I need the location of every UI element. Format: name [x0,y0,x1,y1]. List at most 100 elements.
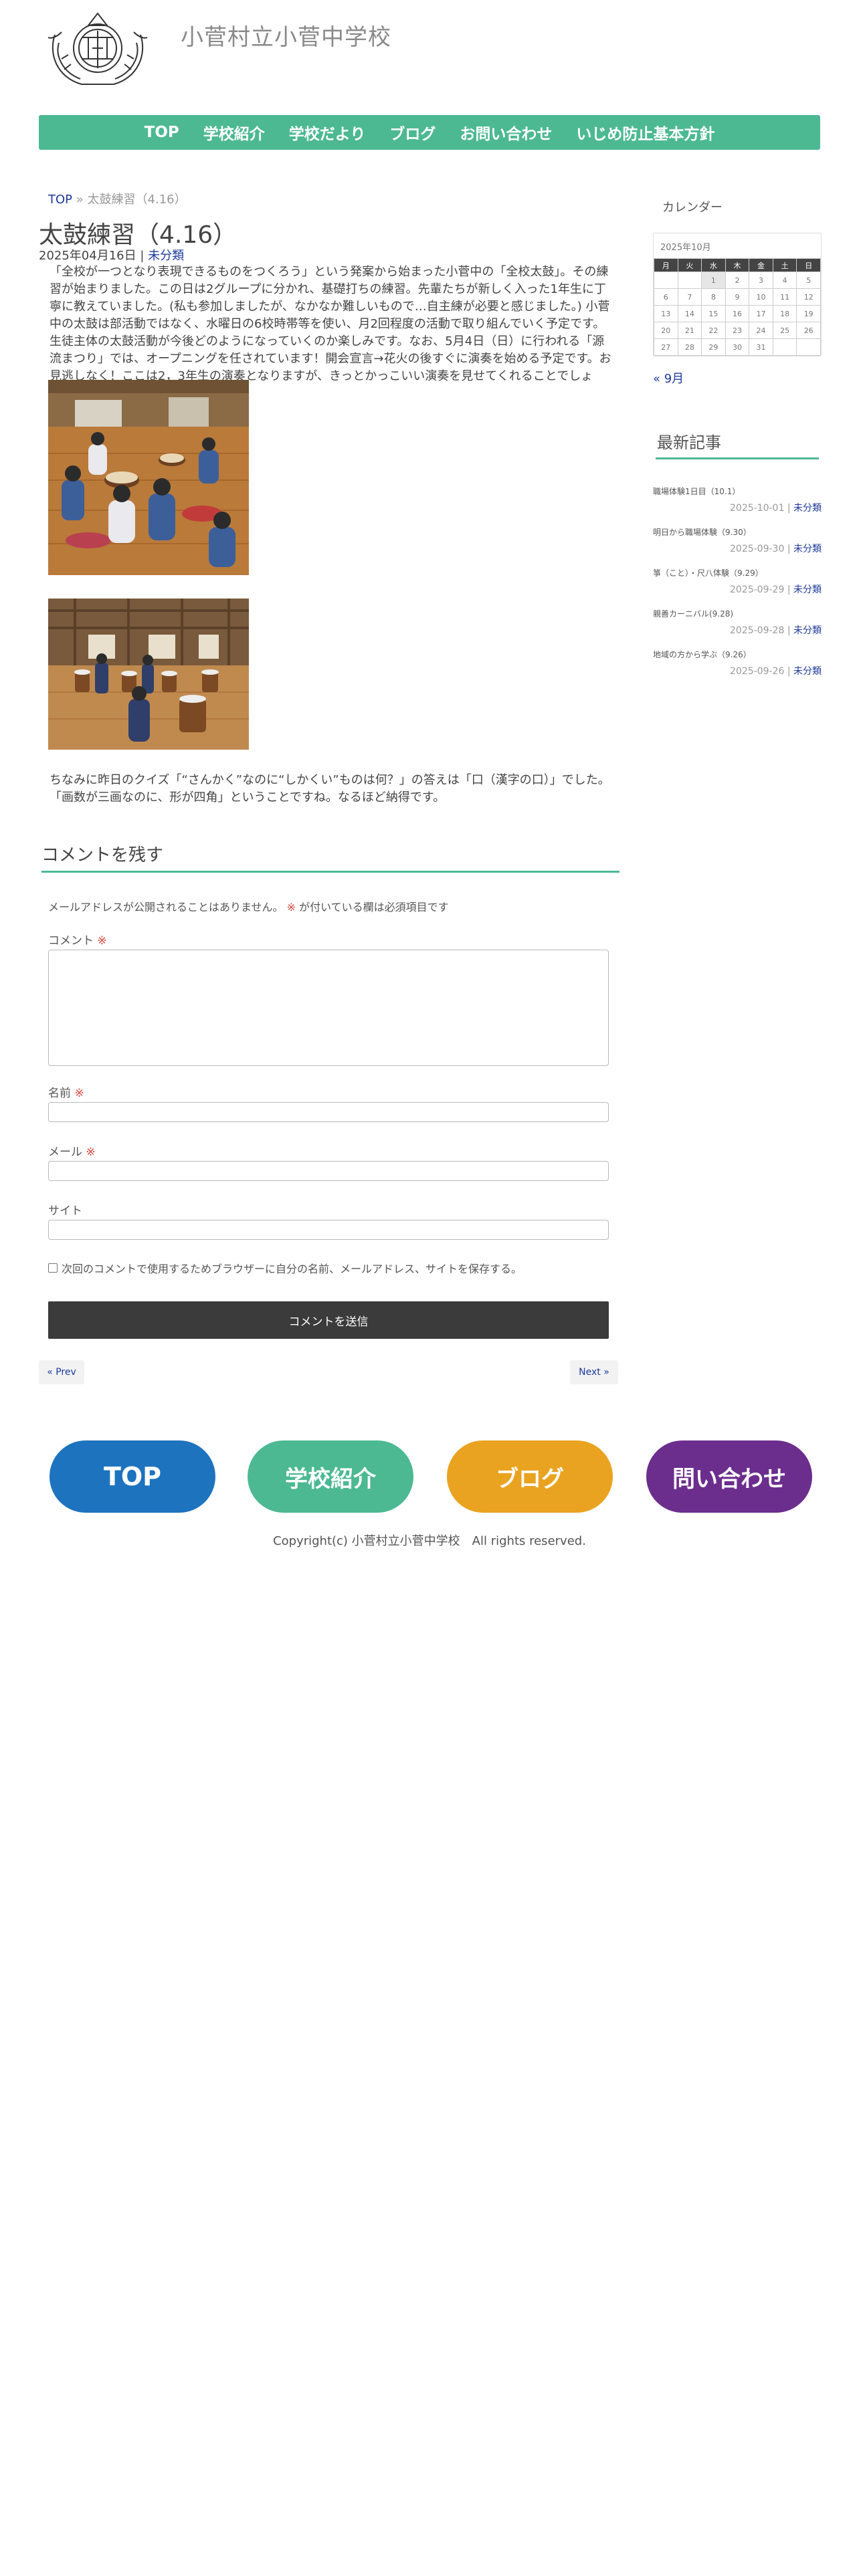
calendar-day: 7 [677,288,702,306]
calendar-day: 27 [654,338,678,356]
recent-posts-title: 最新記事 [657,433,721,452]
calendar-week-row: 20 21 22 23 24 25 26 [654,322,821,339]
calendar-day: 14 [677,305,702,322]
recent-post-meta: 2025-09-26 | 未分類 [730,666,822,677]
taiko-practice-photo-1 [48,380,249,575]
required-mark: ※ [97,934,107,948]
footer-school-intro-button[interactable]: 学校紹介 [248,1440,413,1513]
name-label: 名前 ※ [48,1083,84,1100]
nav-item-top[interactable]: TOP [145,124,179,141]
calendar-widget: 2025年10月 月火水木金土日 1 2 3 4 5 6 7 8 9 10 11 12 13 14 15 16… [653,233,822,356]
calendar-weekday: 土 [772,258,797,272]
calendar-weekday: 木 [725,258,750,272]
calendar-week-row: 6 7 8 9 10 11 12 [654,288,821,306]
post-meta: 2025年04月16日 | 未分類 [39,246,184,263]
recent-post-link[interactable]: 明日から職場体験（9.30） [653,528,751,537]
comment-textarea[interactable] [48,950,609,1066]
recent-post-link[interactable]: 職場体験1日目（10.1） [653,487,740,496]
breadcrumb: TOP » 太鼓練習（4.16） [48,190,187,207]
comment-heading: コメントを残す [41,845,164,865]
next-post-button[interactable]: Next » [570,1360,618,1384]
recent-post-link[interactable]: 親善カーニバル(9.28) [653,609,733,619]
nav-item-contact[interactable]: お問い合わせ [460,121,552,144]
email-notice: メールアドレスが公開されることはありません。 [48,901,284,914]
footer-top-button[interactable]: TOP [50,1440,215,1513]
save-cookie-label: 次回のコメントで使用するためブラウザーに自分の名前、メールアドレス、サイトを保存… [62,1263,522,1275]
website-label: サイト [48,1204,82,1218]
recent-post-meta: 2025-09-30 | 未分類 [730,544,822,554]
recent-post-link[interactable]: 箏（こと）・尺八体験（9.29） [653,568,763,578]
breadcrumb-separator: » [76,193,84,207]
post-date: 2025年04月16日 [39,249,136,263]
calendar-day: 31 [749,338,773,356]
calendar-day: 17 [749,305,773,322]
footer-contact-button[interactable]: 問い合わせ [646,1440,812,1513]
calendar-day: 30 [725,338,750,356]
recent-post-date: 2025-09-28 [730,625,785,636]
recent-post-category[interactable]: 未分類 [793,625,822,636]
calendar-day: 9 [725,288,750,306]
calendar-day: 26 [796,322,821,339]
recent-post-item: 地域の方から学ぶ（9.26） 2025-09-26 | 未分類 [653,647,822,677]
calendar-empty-cell [772,338,797,356]
submit-comment-button[interactable]: コメントを送信 [48,1301,609,1339]
prev-post-button[interactable]: « Prev [39,1360,84,1384]
save-cookie-row: 次回のコメントで使用するためブラウザーに自分の名前、メールアドレス、サイトを保存… [48,1260,522,1276]
calendar-day: 23 [725,322,750,339]
email-label-text: メール [48,1146,82,1159]
calendar-empty-cell [677,272,702,289]
breadcrumb-home-link[interactable]: TOP [48,193,72,207]
email-field[interactable] [48,1161,609,1181]
recent-post-category[interactable]: 未分類 [793,544,822,554]
footer-blog-button[interactable]: ブログ [447,1440,613,1513]
post-category-link[interactable]: 未分類 [148,249,184,263]
calendar-day: 16 [725,305,750,322]
recent-post-category[interactable]: 未分類 [793,503,822,514]
recent-post-item: 箏（こと）・尺八体験（9.29） 2025-09-29 | 未分類 [653,566,822,596]
post-title: 太鼓練習（4.16） [39,221,237,249]
recent-post-date: 2025-09-30 [730,544,785,554]
calendar-day: 22 [701,322,726,339]
copyright: Copyright(c) 小菅村立小菅中学校 All rights reserv… [273,1534,586,1548]
comment-notes: メールアドレスが公開されることはありません。 ※ が付いている欄は必須項目です [48,898,449,914]
calendar-empty-cell [796,338,821,356]
recent-post-link[interactable]: 地域の方から学ぶ（9.26） [653,650,751,659]
calendar-day: 19 [796,305,821,322]
taiko-practice-photo-2 [48,599,249,750]
breadcrumb-current: 太鼓練習（4.16） [87,193,187,207]
site-title[interactable]: 小菅村立小菅中学校 [181,19,391,51]
calendar-day: 29 [701,338,726,356]
nav-item-school-news[interactable]: 学校だより [289,121,366,144]
calendar-week-row: 12345 [654,272,821,289]
recent-post-meta: 2025-09-29 | 未分類 [730,584,822,595]
calendar-day: 10 [749,288,773,306]
calendar-prev-month-link[interactable]: « 9月 [653,369,684,387]
nav-item-school-intro[interactable]: 学校紹介 [203,121,265,144]
required-mark: ※ [86,1146,96,1159]
calendar-day: 11 [772,288,797,306]
meta-separator: | [140,249,145,263]
post-note: ちなみに昨日のクイズ「“さんかく”なのに“しかくい”ものは何？」の答えは「口（漢… [50,773,610,804]
calendar-week-row: 13 14 15 16 17 18 19 [654,305,821,322]
nav-item-blog[interactable]: ブログ [389,121,436,144]
recent-post-meta: 2025-10-01 | 未分類 [730,503,822,514]
recent-post-date: 2025-09-26 [730,666,785,677]
calendar-day: 24 [749,322,773,339]
calendar-day: 21 [677,322,702,339]
calendar-day: 28 [677,338,702,356]
recent-post-item: 明日から職場体験（9.30） 2025-09-30 | 未分類 [653,525,822,555]
website-field[interactable] [48,1220,609,1240]
recent-post-category[interactable]: 未分類 [793,584,822,595]
recent-post-item: 職場体験1日目（10.1） 2025-10-01 | 未分類 [653,484,822,514]
nav-item-bullying-policy[interactable]: いじめ防止基本方針 [576,121,714,144]
recent-post-category[interactable]: 未分類 [793,666,822,677]
school-emblem-icon[interactable] [41,8,154,99]
name-field[interactable] [48,1102,609,1122]
calendar-day: 13 [654,305,678,322]
calendar-title: カレンダー [662,201,723,215]
main-nav: TOP 学校紹介 学校だより ブログ お問い合わせ いじめ防止基本方針 [39,115,820,150]
calendar-weekday: 水 [701,258,726,272]
calendar-day: 8 [701,288,726,306]
calendar-table: 月火水木金土日 1 2 3 4 5 6 7 8 9 10 11 12 13 14 15 16 17 18 19 20 2… [654,258,821,356]
save-cookie-checkbox[interactable] [48,1263,58,1273]
